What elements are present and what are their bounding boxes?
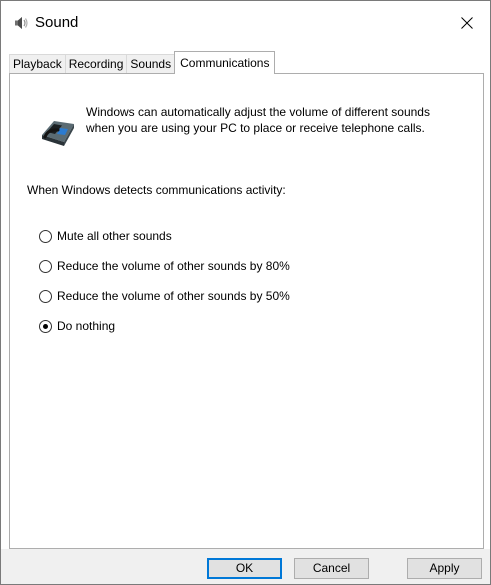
sound-dialog: Sound Playback Recording Sounds Communic… (0, 0, 491, 585)
tab-communications[interactable]: Communications (174, 51, 276, 74)
communications-panel: Windows can automatically adjust the vol… (9, 73, 484, 549)
button-bar: OK Cancel Apply (1, 549, 490, 584)
radio-reduce-80[interactable]: Reduce the volume of other sounds by 80% (39, 258, 290, 274)
detection-label: When Windows detects communications acti… (27, 183, 286, 197)
radio-label: Do nothing (57, 319, 116, 333)
window-title: Sound (35, 14, 79, 31)
intro-text: Windows can automatically adjust the vol… (86, 105, 430, 135)
tab-playback[interactable]: Playback (9, 54, 66, 74)
tab-strip: Playback Recording Sounds Communications (9, 51, 276, 74)
radio-label: Mute all other sounds (57, 229, 172, 243)
close-button[interactable] (444, 1, 490, 45)
tab-recording[interactable]: Recording (64, 54, 128, 74)
radio-do-nothing[interactable]: Do nothing (39, 318, 115, 334)
radio-button[interactable] (39, 289, 52, 303)
radio-label: Reduce the volume of other sounds by 80% (57, 259, 290, 273)
apply-button[interactable]: Apply (407, 558, 482, 579)
radio-button-selected[interactable] (39, 319, 52, 333)
radio-label: Reduce the volume of other sounds by 50% (57, 289, 290, 303)
title-bar[interactable]: Sound (1, 1, 490, 45)
speaker-icon (13, 15, 29, 31)
radio-reduce-50[interactable]: Reduce the volume of other sounds by 50% (39, 288, 290, 304)
telephone-icon (38, 115, 80, 149)
cancel-button[interactable]: Cancel (294, 558, 369, 579)
tab-sounds[interactable]: Sounds (126, 54, 176, 74)
radio-mute-all[interactable]: Mute all other sounds (39, 228, 172, 244)
ok-button[interactable]: OK (207, 558, 282, 579)
radio-selected-dot (43, 323, 48, 329)
radio-button[interactable] (39, 229, 52, 243)
radio-button[interactable] (39, 259, 52, 273)
close-icon (461, 17, 473, 29)
